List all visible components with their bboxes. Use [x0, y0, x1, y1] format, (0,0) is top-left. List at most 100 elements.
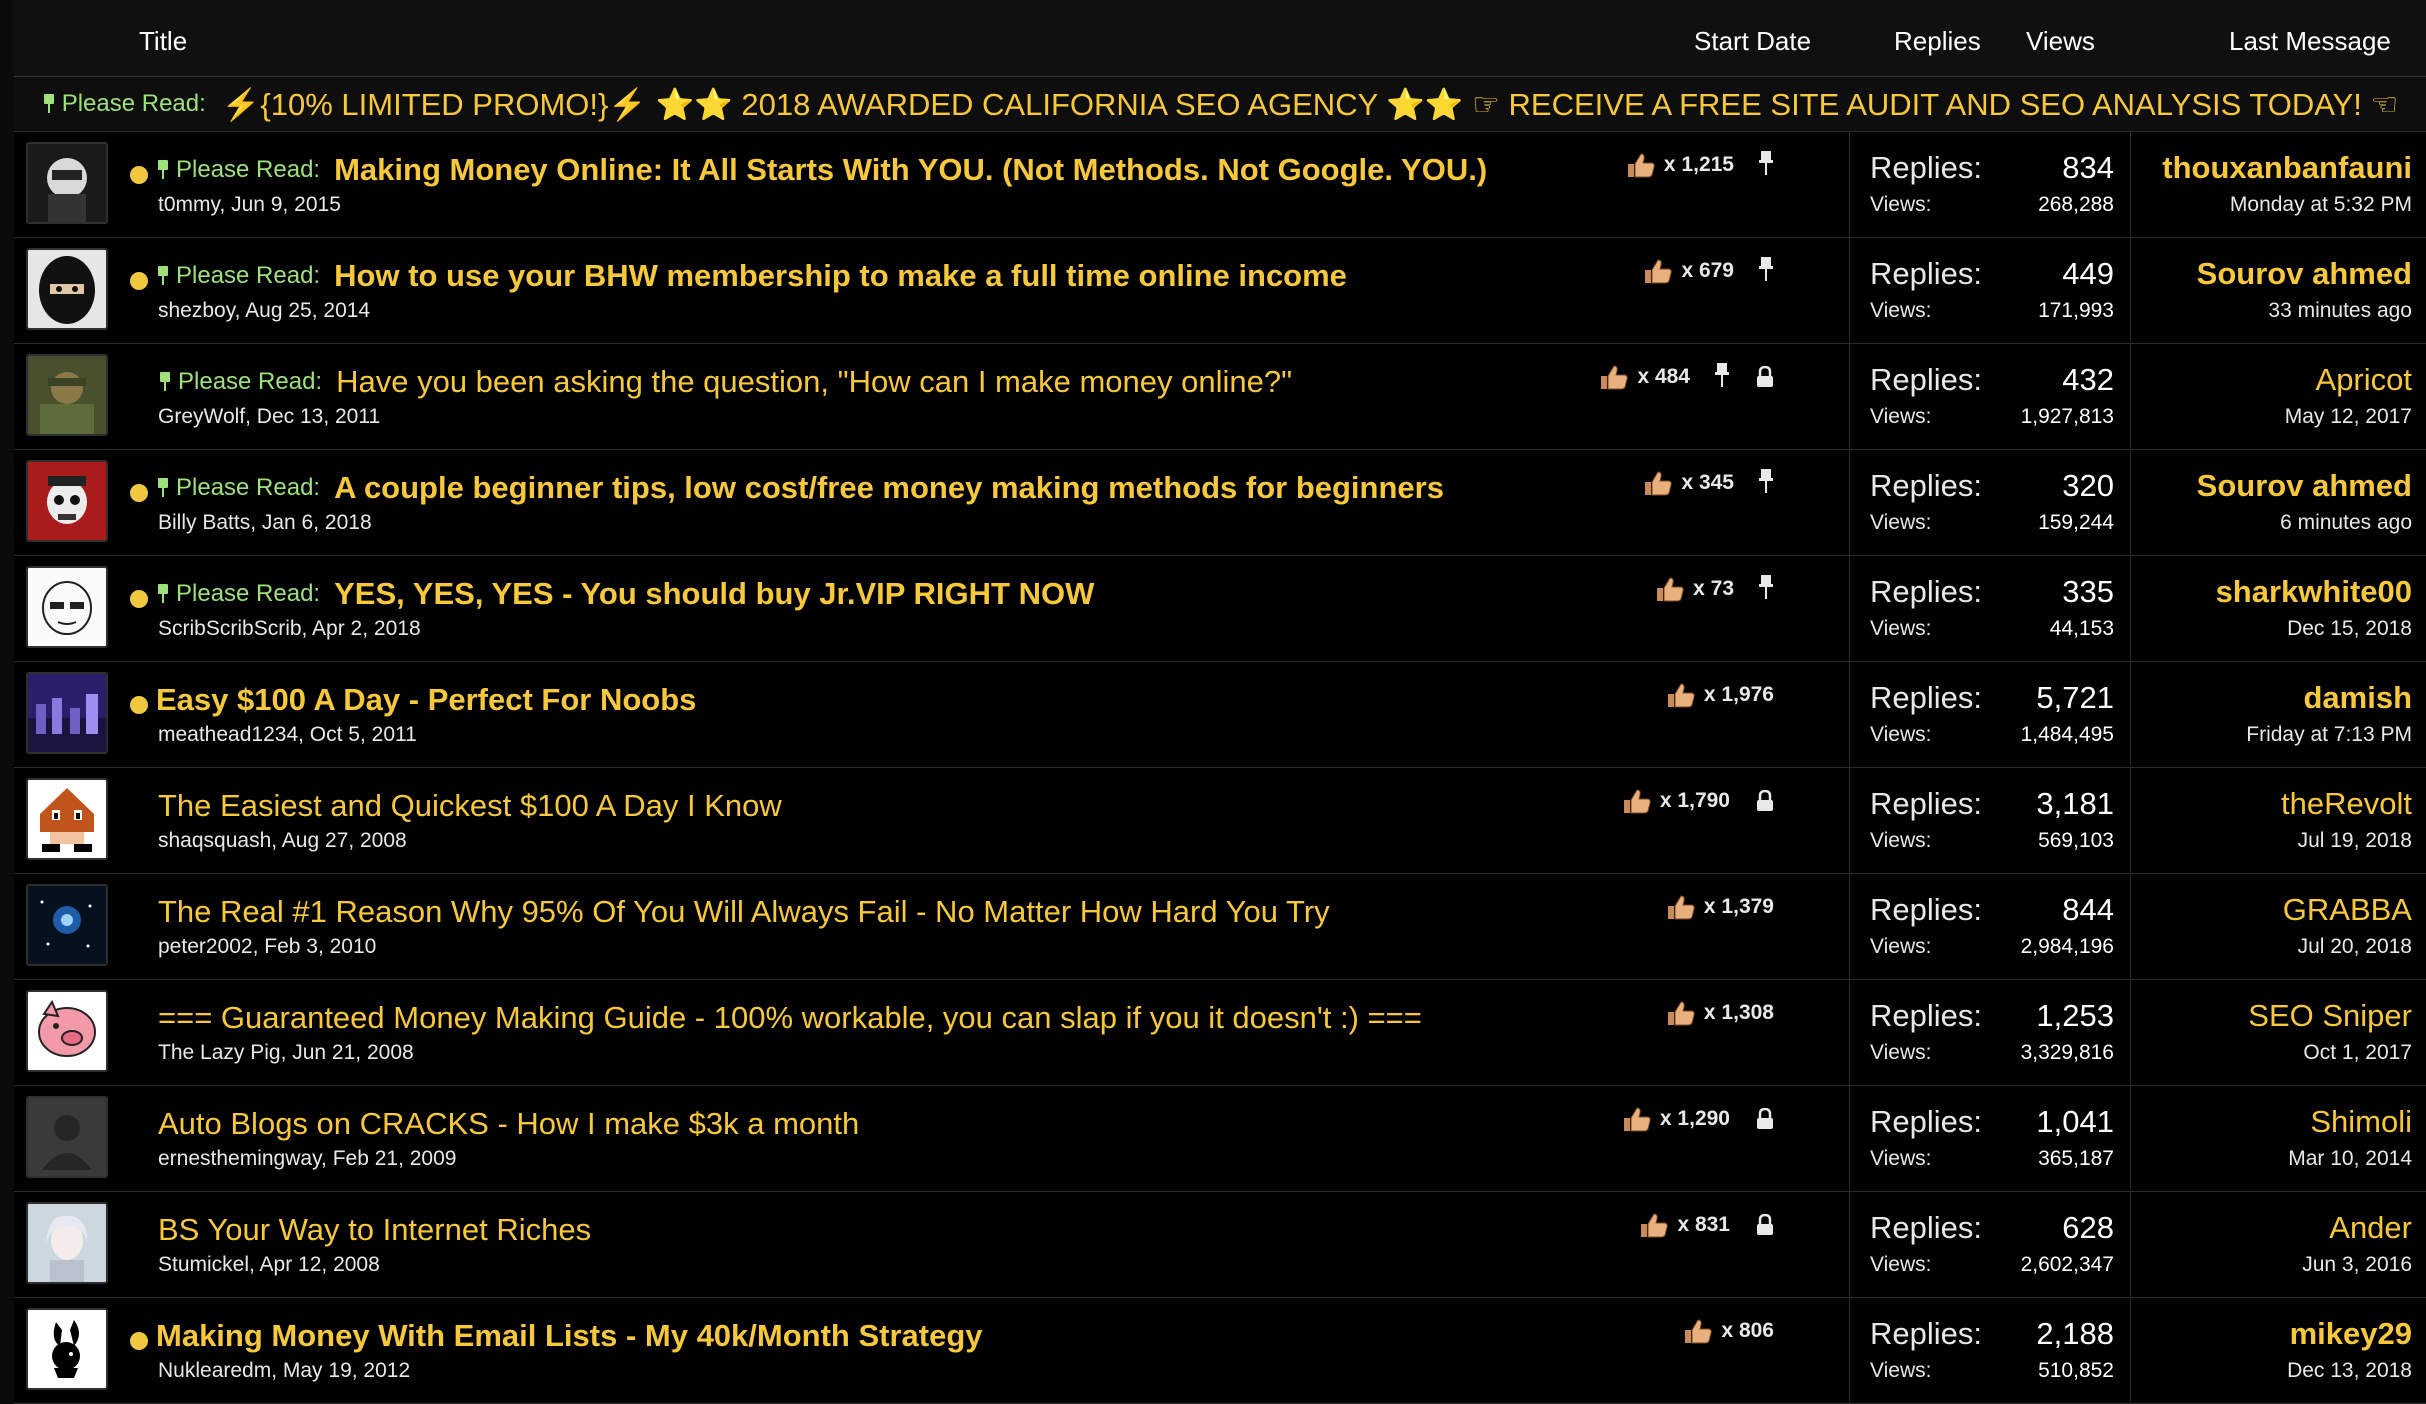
thread-author-date[interactable]: The Lazy Pig, Jun 21, 2008: [158, 1041, 414, 1065]
thread-author-date[interactable]: t0mmy, Jun 9, 2015: [158, 193, 341, 217]
thread-title[interactable]: The Real #1 Reason Why 95% Of You Will A…: [158, 894, 1330, 930]
please-read-prefix[interactable]: Please Read:: [156, 262, 320, 290]
thread-title[interactable]: Auto Blogs on CRACKS - How I make $3k a …: [158, 1106, 859, 1142]
likes-count: x 1,379: [1666, 894, 1774, 920]
last-message-time[interactable]: Monday at 5:32 PM: [2230, 193, 2412, 217]
thread-author-date[interactable]: shaqsquash, Aug 27, 2008: [158, 829, 407, 853]
thread-title[interactable]: === Guaranteed Money Making Guide - 100%…: [158, 1000, 1422, 1036]
title-line: Please Read: YES, YES, YES - You should b…: [156, 576, 1094, 612]
avatar-pixel-goomba[interactable]: [26, 778, 108, 860]
last-message-time[interactable]: Jul 19, 2018: [2298, 829, 2412, 853]
thumbs-up-icon: [1626, 152, 1656, 178]
last-message-user[interactable]: theRevolt: [2281, 786, 2412, 822]
thread-author-date[interactable]: GreyWolf, Dec 13, 2011: [158, 405, 380, 429]
thumbs-up-icon: [1666, 1000, 1696, 1026]
column-views[interactable]: Views: [2026, 26, 2095, 57]
thread-author-date[interactable]: ScribScribScrib, Apr 2, 2018: [158, 617, 421, 641]
avatar-default[interactable]: [26, 1096, 108, 1178]
thread-title[interactable]: The Easiest and Quickest $100 A Day I Kn…: [158, 788, 782, 824]
thread-row[interactable]: Please Read: A couple beginner tips, low …: [14, 450, 2426, 556]
thread-author-date[interactable]: peter2002, Feb 3, 2010: [158, 935, 376, 959]
last-message-user[interactable]: Apricot: [2316, 362, 2412, 398]
thread-row[interactable]: Making Money With Email Lists - My 40k/M…: [14, 1298, 2426, 1404]
avatar-skull[interactable]: [26, 460, 108, 542]
last-message-time[interactable]: Dec 13, 2018: [2287, 1359, 2412, 1383]
column-replies[interactable]: Replies: [1894, 26, 1981, 57]
last-message-time[interactable]: Mar 10, 2014: [2288, 1147, 2412, 1171]
last-message-time[interactable]: 6 minutes ago: [2280, 511, 2412, 535]
thread-author-date[interactable]: shezboy, Aug 25, 2014: [158, 299, 370, 323]
last-message-user[interactable]: SEO Sniper: [2248, 998, 2412, 1034]
column-start-date[interactable]: Start Date: [1694, 26, 1811, 57]
column-last-message[interactable]: Last Message: [2229, 26, 2391, 57]
avatar-city-night[interactable]: [26, 672, 108, 754]
title-line: === Guaranteed Money Making Guide - 100%…: [158, 1000, 1422, 1036]
last-message-user[interactable]: mikey29: [2290, 1316, 2412, 1352]
please-read-prefix[interactable]: Please Read:: [156, 474, 320, 502]
replies-count: 449: [2062, 256, 2114, 291]
thread-row[interactable]: Please Read: YES, YES, YES - You should b…: [14, 556, 2426, 662]
thread-title[interactable]: BS Your Way to Internet Riches: [158, 1212, 591, 1248]
thread-row[interactable]: The Real #1 Reason Why 95% Of You Will A…: [14, 874, 2426, 980]
last-message-time[interactable]: Dec 15, 2018: [2287, 617, 2412, 641]
thread-title[interactable]: Making Money Online: It All Starts With …: [334, 152, 1487, 188]
thread-title[interactable]: How to use your BHW membership to make a…: [334, 258, 1347, 294]
thread-row[interactable]: Please Read: Making Money Online: It All …: [14, 132, 2426, 238]
thread-author-date[interactable]: Stumickel, Apr 12, 2008: [158, 1253, 380, 1277]
thread-row[interactable]: === Guaranteed Money Making Guide - 100%…: [14, 980, 2426, 1086]
thread-row[interactable]: BS Your Way to Internet Riches Stumickel,…: [14, 1192, 2426, 1298]
replies-label: Replies:: [1870, 1210, 1982, 1245]
avatar-ninja[interactable]: [26, 248, 108, 330]
last-message-time[interactable]: Jun 3, 2016: [2302, 1253, 2412, 1277]
unread-indicator-icon: [130, 1332, 148, 1350]
avatar-woman[interactable]: [26, 1202, 108, 1284]
last-message-user[interactable]: Sourov ahmed: [2197, 468, 2412, 504]
thread-title[interactable]: YES, YES, YES - You should buy Jr.VIP RI…: [334, 576, 1094, 612]
last-message-time[interactable]: Oct 1, 2017: [2303, 1041, 2412, 1065]
please-read-prefix[interactable]: Please Read:: [156, 580, 320, 608]
avatar-masked-figure[interactable]: [26, 142, 108, 224]
thread-author-date[interactable]: meathead1234, Oct 5, 2011: [158, 723, 417, 747]
column-title[interactable]: Title: [139, 26, 187, 57]
thread-title[interactable]: Have you been asking the question, "How …: [336, 364, 1292, 400]
replies-count: 335: [2062, 574, 2114, 609]
last-message-time[interactable]: Friday at 7:13 PM: [2246, 723, 2412, 747]
last-message-user[interactable]: Shimoli: [2310, 1104, 2412, 1140]
please-read-prefix[interactable]: Please Read:: [158, 368, 322, 396]
promo-banner[interactable]: Please Read: ⚡{10% LIMITED PROMO!}⚡ ⭐⭐ 2…: [14, 77, 2426, 132]
last-message-time[interactable]: 33 minutes ago: [2268, 299, 2412, 323]
last-message-user[interactable]: GRABBA: [2283, 892, 2412, 928]
last-message-user[interactable]: Sourov ahmed: [2197, 256, 2412, 292]
thread-stats: Replies: 2,188 Views: 510,852: [1849, 1298, 2131, 1402]
avatar-sketch-face[interactable]: [26, 566, 108, 648]
avatar-galaxy[interactable]: [26, 884, 108, 966]
replies-count: 2,188: [2036, 1316, 2114, 1351]
likes-count: x 1,790: [1622, 788, 1730, 814]
thread-row[interactable]: Please Read: How to use your BHW membersh…: [14, 238, 2426, 344]
views-label: Views:: [1870, 829, 1932, 852]
views-count: 365,187: [2038, 1147, 2114, 1170]
please-read-prefix[interactable]: Please Read:: [156, 156, 320, 184]
avatar-pig[interactable]: [26, 990, 108, 1072]
avatar-bunny[interactable]: [26, 1308, 108, 1390]
thread-row[interactable]: Easy $100 A Day - Perfect For Noobs meath…: [14, 662, 2426, 768]
last-message-user[interactable]: Ander: [2329, 1210, 2412, 1246]
views-label: Views:: [1870, 1147, 1932, 1170]
avatar-soldier[interactable]: [26, 354, 108, 436]
replies-label: Replies:: [1870, 362, 1982, 397]
thread-row[interactable]: The Easiest and Quickest $100 A Day I Kn…: [14, 768, 2426, 874]
thread-author-date[interactable]: Nukleare​dm, May 19, 2012: [158, 1359, 410, 1383]
last-message-user[interactable]: damish: [2303, 680, 2412, 716]
thread-row[interactable]: Auto Blogs on CRACKS - How I make $3k a …: [14, 1086, 2426, 1192]
last-message-time[interactable]: Jul 20, 2018: [2298, 935, 2412, 959]
thread-author-date[interactable]: ernesthemingway, Feb 21, 2009: [158, 1147, 456, 1171]
last-message-time[interactable]: May 12, 2017: [2285, 405, 2412, 429]
promo-text[interactable]: ⚡{10% LIMITED PROMO!}⚡ ⭐⭐ 2018 AWARDED C…: [222, 86, 2399, 123]
thread-title[interactable]: Making Money With Email Lists - My 40k/M…: [156, 1318, 983, 1354]
thread-author-date[interactable]: Billy Batts, Jan 6, 2018: [158, 511, 372, 535]
last-message-user[interactable]: thouxanbanfauni: [2162, 150, 2412, 186]
thread-title[interactable]: Easy $100 A Day - Perfect For Noobs: [156, 682, 696, 718]
thread-title[interactable]: A couple beginner tips, low cost/free mo…: [334, 470, 1444, 506]
last-message-user[interactable]: sharkwhite00: [2216, 574, 2412, 610]
thread-row[interactable]: Please Read: Have you been asking the que…: [14, 344, 2426, 450]
